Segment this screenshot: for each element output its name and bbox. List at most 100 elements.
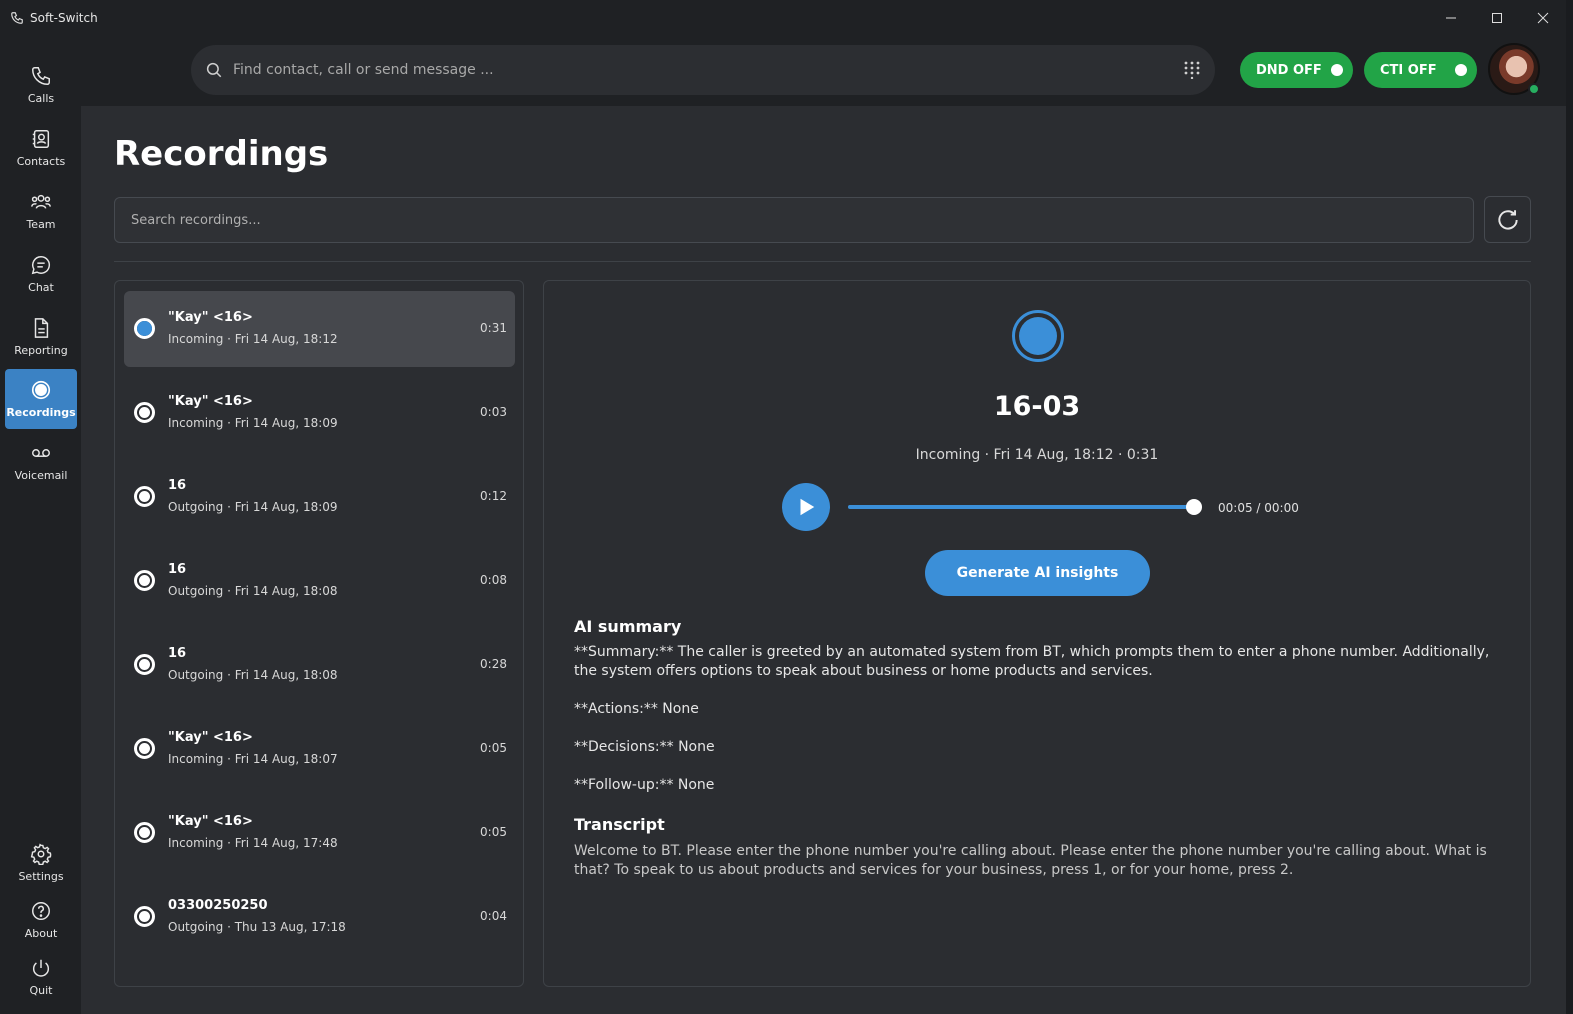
recording-name: 16 [168,478,187,493]
ai-followup-text: **Follow-up:** None [574,777,715,793]
recording-duration: 0:31 [480,321,507,335]
recordings-search[interactable] [114,197,1474,243]
recording-meta: Outgoing · Fri 14 Aug, 18:08 [168,584,338,598]
dnd-toggle[interactable]: DND OFF [1240,52,1353,88]
toggle-knob [1331,64,1343,76]
recording-list-item[interactable]: "Kay" <16> Incoming · Fri 14 Aug, 18:12 … [124,291,515,367]
record-icon [134,822,155,843]
sidebar-item-reporting[interactable]: Reporting [5,307,77,367]
sidebar-item-contacts[interactable]: Contacts [5,118,77,178]
recordings-search-input[interactable] [131,198,1457,242]
recording-meta: Incoming · Fri 14 Aug, 18:07 [168,752,338,766]
recording-list-item[interactable]: "Kay" <16> Incoming · Fri 14 Aug, 17:48 … [124,795,515,871]
record-icon [134,486,155,507]
recording-duration: 0:28 [480,657,507,671]
recording-meta: Incoming · Fri 14 Aug, 17:48 [168,836,338,850]
global-search[interactable] [191,45,1215,95]
recording-name: 16 [168,562,187,577]
recording-detail: 16-03 Incoming · Fri 14 Aug, 18:12 · 0:3… [543,280,1531,987]
sidebar-item-quit[interactable]: Quit [5,947,77,1007]
gear-icon [30,843,52,865]
transcript-text: Welcome to BT. Please enter the phone nu… [574,843,1487,878]
dialpad-icon[interactable] [1183,61,1201,79]
minimize-icon [1446,17,1456,19]
maximize-button[interactable] [1474,0,1520,36]
divider [114,261,1531,262]
search-icon [206,62,222,78]
recording-list-item[interactable]: 16 Outgoing · Fri 14 Aug, 18:08 0:08 [124,543,515,619]
sidebar-item-label: Contacts [16,155,66,168]
maximize-icon [1492,13,1502,23]
recording-meta: Outgoing · Thu 13 Aug, 17:18 [168,920,346,934]
play-button[interactable] [782,483,830,531]
recording-meta: Incoming · Fri 14 Aug, 18:12 [168,332,338,346]
record-icon [134,738,155,759]
sidebar-item-label: Reporting [14,344,68,357]
generate-ai-insights-button[interactable]: Generate AI insights [925,550,1150,596]
recording-name: 16 [168,646,187,661]
title-bar: Soft-Switch [0,0,1566,36]
recording-meta: Outgoing · Fri 14 Aug, 18:08 [168,668,338,682]
recordings-list: "Kay" <16> Incoming · Fri 14 Aug, 18:12 … [114,280,524,987]
sidebar-item-label: Voicemail [14,469,68,482]
cti-label: CTI OFF [1380,62,1437,78]
sidebar-item-chat[interactable]: Chat [5,244,77,304]
play-icon [800,498,815,516]
ai-actions-text: **Actions:** None [574,701,699,717]
app-title-text: Soft-Switch [30,11,98,25]
dnd-label: DND OFF [1256,62,1322,78]
voicemail-icon [32,449,50,457]
recording-detail-meta: Incoming · Fri 14 Aug, 18:12 · 0:31 [915,447,1159,463]
sidebar-item-recordings[interactable]: Recordings [5,369,77,429]
sidebar-item-team[interactable]: Team [5,181,77,241]
recording-list-item[interactable]: 16 Outgoing · Fri 14 Aug, 18:09 0:12 [124,459,515,535]
recording-meta: Incoming · Fri 14 Aug, 18:09 [168,416,338,430]
record-icon [134,654,155,675]
ai-summary-text: **Summary:** The caller is greeted by an… [574,644,1490,679]
avatar[interactable] [1488,43,1540,95]
app-title: Soft-Switch [10,11,98,25]
sidebar-item-label: About [24,927,58,940]
record-icon [134,318,155,339]
close-button[interactable] [1520,0,1566,36]
cti-toggle[interactable]: CTI OFF [1364,52,1477,88]
recording-list-item[interactable]: 03300250250 Outgoing · Thu 13 Aug, 17:18… [124,879,515,955]
toggle-knob [1455,64,1467,76]
recording-name: 03300250250 [168,898,268,913]
recording-name: "Kay" <16> [168,730,253,745]
sidebar-item-label: Calls [27,92,55,105]
sidebar-item-settings[interactable]: Settings [5,833,77,893]
refresh-icon [1497,209,1518,230]
recording-list-item[interactable]: "Kay" <16> Incoming · Fri 14 Aug, 18:07 … [124,711,515,787]
recording-list-item[interactable]: 16 Outgoing · Fri 14 Aug, 18:08 0:28 [124,627,515,703]
refresh-button[interactable] [1484,196,1531,243]
sidebar-item-calls[interactable]: Calls [5,55,77,115]
recording-duration: 0:05 [480,741,507,755]
record-icon [31,380,51,400]
phone-logo-icon [11,12,23,24]
recording-duration: 0:03 [480,405,507,419]
minimize-button[interactable] [1428,0,1474,36]
playback-slider[interactable] [848,499,1202,515]
page-title: Recordings [114,134,329,174]
recording-meta: Outgoing · Fri 14 Aug, 18:09 [168,500,338,514]
report-icon [34,318,49,338]
recording-name: "Kay" <16> [168,814,253,829]
record-icon [134,906,155,927]
sidebar-item-about[interactable]: About [5,890,77,950]
top-bar: DND OFF CTI OFF [81,36,1566,106]
sidebar-item-voicemail[interactable]: Voicemail [5,432,77,492]
ai-summary-heading: AI summary [574,617,682,636]
power-icon [32,959,50,977]
record-icon [134,402,155,423]
record-icon [1012,310,1064,362]
sidebar-item-label: Chat [28,281,54,294]
recording-list-item[interactable]: "Kay" <16> Incoming · Fri 14 Aug, 18:09 … [124,375,515,451]
help-icon [32,902,50,920]
record-icon [134,570,155,591]
recording-title: 16-03 [993,391,1081,422]
online-status-indicator [1528,83,1540,95]
playback-slider-handle[interactable] [1186,499,1202,515]
global-search-input[interactable] [233,62,1183,78]
sidebar-item-label: Recordings [6,406,76,419]
